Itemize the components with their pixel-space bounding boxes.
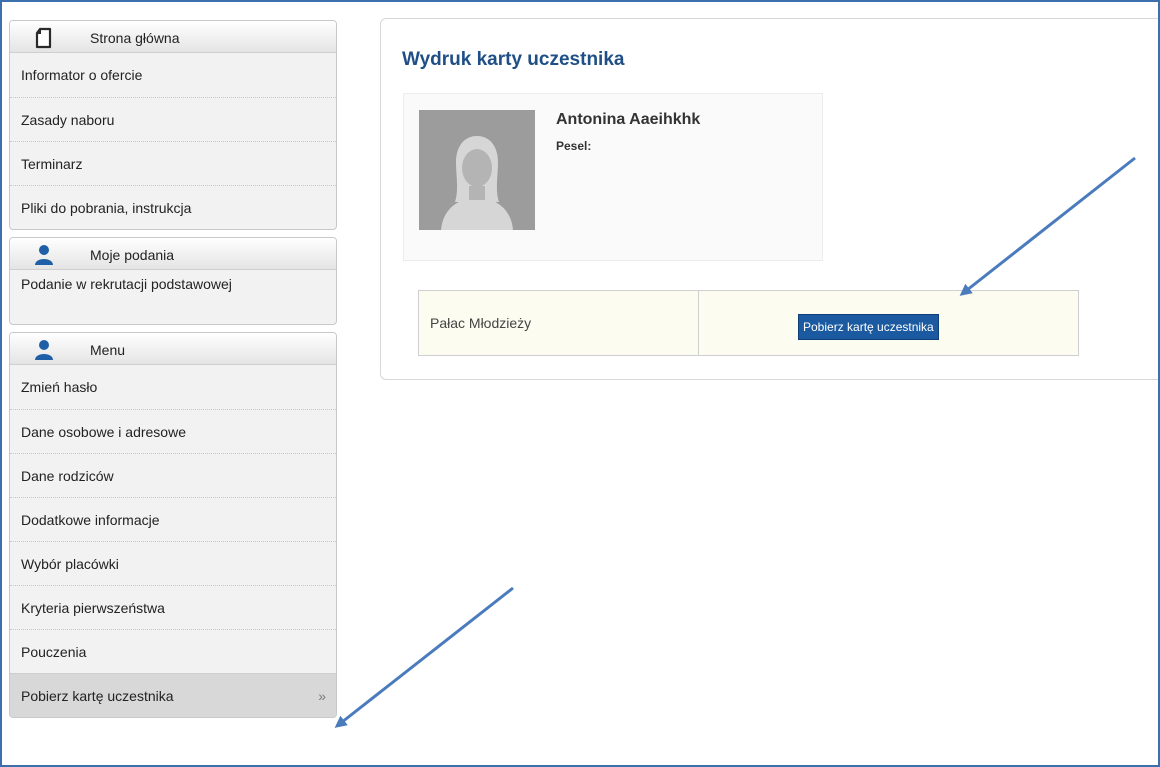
sidebar-item-zmien-haslo[interactable]: Zmień hasło: [10, 365, 336, 409]
sidebar-item-dane-rodzicow[interactable]: Dane rodziców: [10, 453, 336, 497]
participant-name: Antonina Aaeihkhk: [556, 111, 701, 128]
download-card-button[interactable]: Pobierz kartę uczestnika: [798, 314, 939, 340]
sidebar-item-informator[interactable]: Informator o ofercie: [10, 53, 336, 97]
institution-name: Pałac Młodzieży: [419, 291, 699, 355]
sidebar-item-dodatkowe-informacje[interactable]: Dodatkowe informacje: [10, 497, 336, 541]
pesel-label: Pesel:: [556, 139, 591, 153]
page-title: Wydruk karty uczestnika: [402, 49, 625, 70]
sidebar-section-home: Strona główna Informator o ofercie Zasad…: [9, 20, 337, 230]
user-icon: [34, 244, 54, 266]
avatar-placeholder-icon: [419, 110, 535, 230]
sidebar: Strona główna Informator o ofercie Zasad…: [9, 20, 337, 725]
participant-profile: Antonina Aaeihkhk Pesel:: [403, 93, 823, 261]
sidebar-header-home[interactable]: Strona główna: [10, 21, 336, 53]
sidebar-item-pouczenia[interactable]: Pouczenia: [10, 629, 336, 673]
sidebar-item-pliki[interactable]: Pliki do pobrania, instrukcja: [10, 185, 336, 229]
sidebar-section-moje-podania: Moje podania Podanie w rekrutacji podsta…: [9, 237, 337, 325]
institution-table: Pałac Młodzieży Pobierz kartę uczestnika: [418, 290, 1079, 356]
main-card: Wydruk karty uczestnika Antonina Aaeihkh…: [380, 18, 1160, 380]
sidebar-header-title: Strona główna: [90, 30, 180, 46]
sidebar-header-menu[interactable]: Menu: [10, 333, 336, 365]
double-chevron-right-icon: »: [318, 688, 326, 704]
document-icon: [34, 27, 54, 49]
sidebar-item-podanie[interactable]: Podanie w rekrutacji podstawowej: [10, 270, 336, 324]
sidebar-item-dane-osobowe[interactable]: Dane osobowe i adresowe: [10, 409, 336, 453]
arrow-to-sidebar-item: [334, 586, 514, 728]
user-icon: [34, 339, 54, 361]
sidebar-item-wybor-placowki[interactable]: Wybór placówki: [10, 541, 336, 585]
pesel-label-text: Pesel:: [556, 139, 592, 153]
sidebar-header-title: Moje podania: [90, 247, 175, 263]
sidebar-item-label: Pobierz kartę uczestnika: [21, 688, 174, 704]
sidebar-item-pobierz-karte[interactable]: Pobierz kartę uczestnika »: [10, 673, 336, 717]
sidebar-section-menu: Menu Zmień hasło Dane osobowe i adresowe…: [9, 332, 337, 718]
sidebar-item-terminarz[interactable]: Terminarz: [10, 141, 336, 185]
sidebar-header-moje-podania[interactable]: Moje podania: [10, 238, 336, 270]
sidebar-item-kryteria[interactable]: Kryteria pierwszeństwa: [10, 585, 336, 629]
institution-action-cell: Pobierz kartę uczestnika: [699, 291, 1078, 355]
sidebar-header-title: Menu: [90, 342, 126, 358]
sidebar-item-zasady-naboru[interactable]: Zasady naboru: [10, 97, 336, 141]
